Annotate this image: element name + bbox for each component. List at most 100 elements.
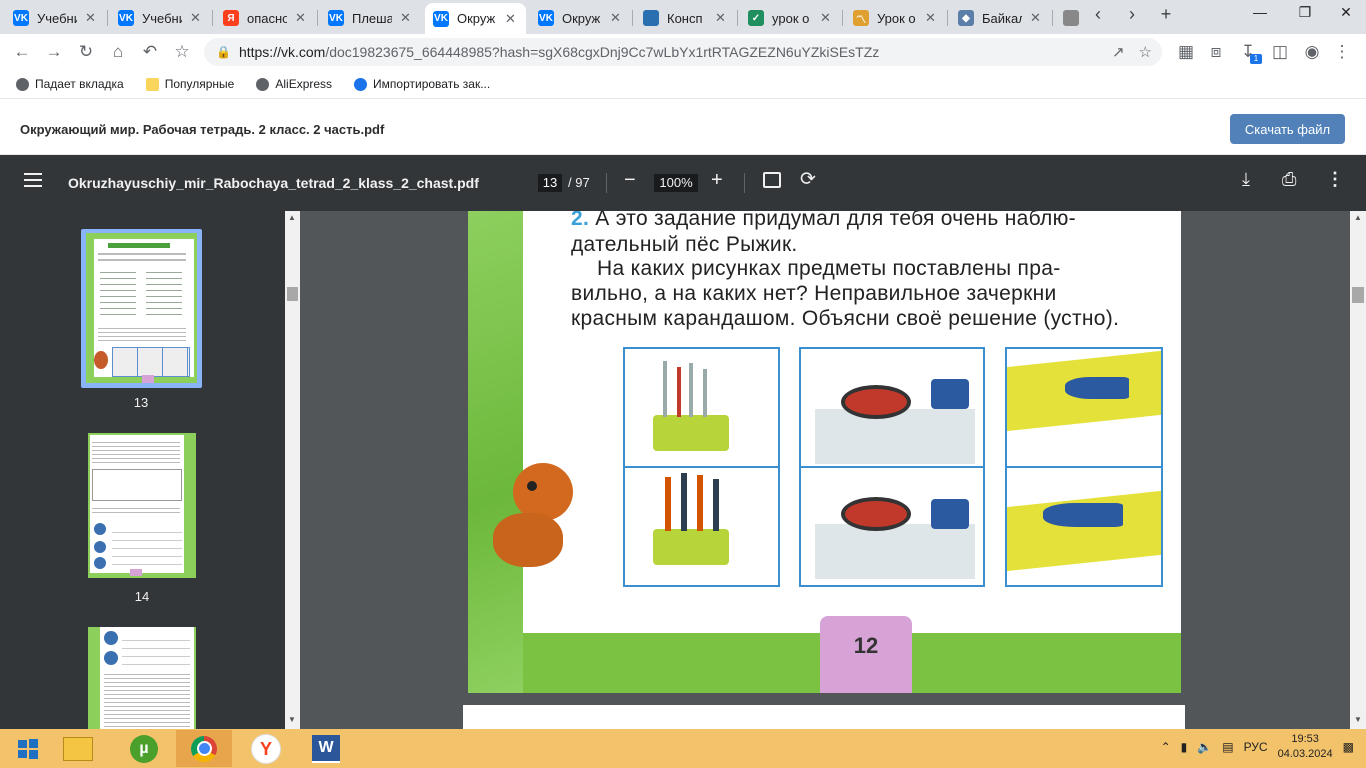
bookmarks-bar: Падает вкладка Популярные AliExpress Импорт… <box>0 70 1366 98</box>
browser-tab[interactable]: VK Окруж ✕ <box>425 3 526 34</box>
sidebar-scrollbar[interactable]: ▲ ▼ <box>285 211 300 729</box>
close-tab-icon[interactable]: ✕ <box>715 10 726 26</box>
close-tab-icon[interactable]: ✕ <box>190 10 201 26</box>
volume-icon[interactable]: 🔈 <box>1197 740 1212 754</box>
document-title: Окружающий мир. Рабочая тетрадь. 2 класс… <box>20 122 385 137</box>
saucepan-top <box>931 379 969 409</box>
task-line-1: 2. А это задание придумал для тебя очень… <box>571 211 1076 231</box>
page-number-input[interactable]: 13 <box>538 174 562 192</box>
star-icon[interactable]: ☆ <box>170 40 194 64</box>
tab-title: Окруж <box>562 10 601 26</box>
vk-icon: VK <box>433 10 449 27</box>
clock[interactable]: 19:53 04.03.2024 <box>1278 732 1333 762</box>
scroll-down-icon[interactable]: ▼ <box>288 715 296 724</box>
share-icon[interactable]: ↗ <box>1112 43 1125 61</box>
utorrent-button[interactable]: µ <box>116 730 172 767</box>
cutlery-stand-top <box>653 415 729 451</box>
close-tab-icon[interactable]: ✕ <box>820 10 831 26</box>
page-number-tab: 12 <box>820 616 912 693</box>
close-tab-icon[interactable]: ✕ <box>925 10 936 26</box>
language-indicator[interactable]: РУС <box>1244 740 1268 754</box>
hamburger-menu-icon[interactable] <box>24 173 42 191</box>
chevron-left-icon[interactable]: ‹ <box>1085 4 1111 25</box>
zoom-input[interactable]: 100% <box>654 174 698 192</box>
download-file-button[interactable]: Скачать файл <box>1230 114 1345 144</box>
tab-title: Плеша <box>352 10 392 26</box>
browser-tab[interactable]: VK Учебни ✕ <box>110 4 211 32</box>
close-tab-icon[interactable]: ✕ <box>505 11 516 27</box>
thumbnail-page-13[interactable] <box>86 233 197 383</box>
menu-icon[interactable]: ⋮ <box>1330 40 1354 64</box>
bookmark-item[interactable]: Падает вкладка <box>16 77 124 91</box>
scroll-up-icon[interactable]: ▲ <box>288 213 296 222</box>
browser-tab[interactable]: Консп ✕ <box>635 4 736 32</box>
maximize-icon[interactable]: ❐ <box>1285 4 1325 21</box>
utorrent-icon: µ <box>130 734 158 763</box>
bookmark-item[interactable]: AliExpress <box>256 77 332 91</box>
battery-icon[interactable]: ▮ <box>1181 740 1188 754</box>
sidebar-scroll-thumb[interactable] <box>287 287 298 301</box>
word-button[interactable]: W <box>298 730 354 767</box>
thumbnail-sidebar: 13 14 <box>0 211 285 729</box>
close-tab-icon[interactable]: ✕ <box>1030 10 1041 26</box>
yandex-browser-button[interactable]: Y <box>238 730 294 767</box>
tab-separator <box>842 10 843 26</box>
crop-icon[interactable]: ⧈ <box>1204 40 1228 64</box>
profile-icon[interactable]: ◉ <box>1300 40 1324 64</box>
print-icon[interactable]: ⎙ <box>1282 169 1296 190</box>
bookmark-item[interactable]: Популярные <box>145 77 234 91</box>
home-icon[interactable]: ⌂ <box>106 40 130 64</box>
close-tab-icon[interactable]: ✕ <box>85 10 96 26</box>
thumbnail-page-15[interactable] <box>88 627 196 729</box>
browser-tab[interactable]: ◆ Байкал ✕ <box>950 4 1051 32</box>
pdf-download-icon[interactable]: ⤓ <box>1242 169 1250 190</box>
scroll-up-icon[interactable]: ▲ <box>1354 213 1362 222</box>
chrome-button[interactable] <box>176 730 232 767</box>
word-icon: W <box>312 734 340 763</box>
browser-tab[interactable]: 〽 Урок о ✕ <box>845 4 946 32</box>
browser-tab[interactable]: VK Плеша ✕ <box>320 4 421 32</box>
close-tab-icon[interactable]: ✕ <box>295 10 306 26</box>
zoom-out-icon[interactable]: − <box>624 169 636 192</box>
browser-tab[interactable]: Яопасно ✕ <box>215 4 316 32</box>
tab-title: опасно <box>247 10 287 26</box>
thumbnail-page-14[interactable] <box>88 433 196 578</box>
book-icon <box>643 10 659 26</box>
chevron-right-icon[interactable]: › <box>1119 4 1145 25</box>
rotate-icon[interactable]: ⟳ <box>800 168 816 191</box>
bookmark-star-icon[interactable]: ☆ <box>1139 43 1152 61</box>
start-button[interactable] <box>0 730 56 767</box>
browser-tab[interactable]: ✓ урок о ✕ <box>740 4 841 32</box>
more-options-icon[interactable]: ⋮ <box>1326 169 1344 190</box>
undo-icon[interactable]: ↶ <box>138 40 162 64</box>
main-scroll-thumb[interactable] <box>1352 287 1364 303</box>
vk-icon: VK <box>13 10 29 26</box>
close-tab-icon[interactable]: ✕ <box>610 10 621 26</box>
file-explorer-button[interactable] <box>50 730 106 767</box>
globe-icon <box>256 77 270 91</box>
scroll-down-icon[interactable]: ▼ <box>1354 715 1362 724</box>
divider <box>744 173 745 193</box>
close-window-icon[interactable]: ✕ <box>1326 4 1366 21</box>
back-icon[interactable]: ← <box>10 40 34 64</box>
bookmark-item[interactable]: Импортировать зак... <box>354 77 490 91</box>
sidepanel-icon[interactable]: ◫ <box>1268 40 1292 64</box>
extensions-icon[interactable]: ▦ <box>1174 40 1198 64</box>
minimize-icon[interactable]: — <box>1240 4 1280 20</box>
new-tab-icon[interactable]: + <box>1153 4 1179 25</box>
network-icon[interactable]: ▤ <box>1222 740 1233 754</box>
fit-page-icon[interactable] <box>763 172 781 188</box>
address-bar[interactable]: 🔒 https://vk.com/doc19823675_664448985?h… <box>204 38 1162 66</box>
browser-tab[interactable]: VK Окруж ✕ <box>530 4 631 32</box>
browser-tab[interactable]: VK Учебни ✕ <box>5 4 106 32</box>
notification-icon[interactable]: ▩ <box>1343 740 1354 754</box>
reload-icon[interactable]: ↻ <box>74 40 98 64</box>
cutlery-stand-bottom <box>653 529 729 565</box>
zoom-in-icon[interactable]: + <box>711 169 723 192</box>
tray-expand-icon[interactable]: ⌃ <box>1161 740 1171 754</box>
close-tab-icon[interactable]: ✕ <box>400 10 411 26</box>
pdf-viewport: 2. А это задание придумал для тебя очень… <box>300 211 1350 729</box>
chart-icon: 〽 <box>853 10 869 26</box>
main-scrollbar[interactable]: ▲ ▼ <box>1350 211 1366 729</box>
forward-icon[interactable]: → <box>42 40 66 64</box>
